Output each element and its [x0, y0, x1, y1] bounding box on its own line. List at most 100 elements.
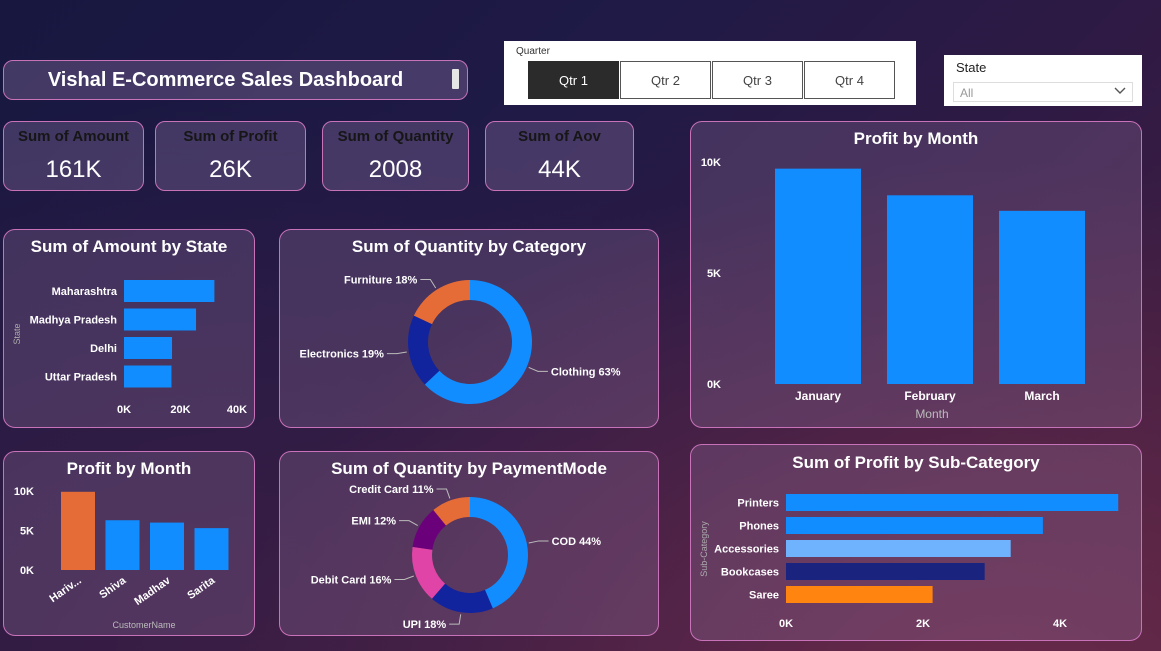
leader-line	[449, 614, 462, 625]
chevron-down-icon	[1114, 86, 1126, 98]
quantity-by-category-plot: Clothing 63% Electronics 19% Furniture 18%	[300, 275, 621, 404]
slice-label: Credit Card 11%	[349, 484, 434, 496]
state-dropdown[interactable]: All	[953, 82, 1133, 102]
kpi-value: 44K	[538, 156, 581, 183]
kpi-label: Sum of Quantity	[337, 128, 454, 145]
kpi-value: 26K	[209, 156, 252, 183]
leader-line	[420, 279, 437, 289]
chart-amount-by-state: Sum of Amount by State Maharashtra Madhya…	[3, 229, 255, 428]
category-label: Saree	[749, 590, 779, 602]
bar	[887, 195, 973, 384]
category-label: Bookcases	[721, 567, 779, 579]
kpi-card-amount: Sum of Amount 161K	[3, 121, 144, 191]
category-label: Delhi	[90, 343, 117, 355]
category-label: Phones	[739, 521, 779, 533]
x-tick-label: 20K	[170, 404, 190, 416]
dashboard-title-card: Vishal E-Commerce Sales Dashboard	[3, 60, 468, 100]
kpi-value: 2008	[368, 156, 423, 183]
category-label: Uttar Pradesh	[45, 372, 117, 384]
quarter-button-3[interactable]: Qtr 3	[712, 61, 803, 99]
category-label: February	[904, 389, 956, 403]
category-label: Madhav	[132, 574, 173, 608]
quantity-by-paymentmode-plot: COD 44% UPI 18% Debit Card 16% EMI 12% Credi…	[311, 484, 602, 631]
kpi-card-aov: Sum of Aov 44K	[485, 121, 634, 191]
category-label: January	[795, 389, 841, 403]
kpi-label: Sum of Amount	[17, 128, 130, 145]
profit-by-month-plot: January February March 0K 5K 10K Month	[701, 157, 1085, 421]
profit-by-customer-plot: Hariv... Shiva Madhav Sarita 0K 5K 10K Customer…	[14, 486, 229, 630]
leader-line	[528, 366, 548, 372]
bar	[124, 337, 173, 359]
category-label: Printers	[737, 498, 779, 510]
y-tick-label: 10K	[701, 157, 721, 169]
slice-label: COD 44%	[552, 536, 602, 548]
state-slicer-label: State	[956, 60, 987, 75]
y-axis-label: State	[12, 323, 22, 344]
state-dropdown-value: All	[960, 86, 974, 100]
chart-profit-by-month: Profit by Month January February March 0K 5K…	[690, 121, 1142, 428]
bar	[124, 365, 172, 388]
leader-line	[436, 488, 451, 499]
profit-by-subcategory-plot: Printers Phones Accessories Bookcases Saree 0…	[699, 494, 1119, 630]
kpi-label: Sum of Profit	[183, 128, 278, 145]
category-label: Madhya Pradesh	[30, 315, 118, 327]
leader-line	[394, 575, 414, 581]
donut-slice	[470, 497, 529, 609]
bar	[775, 168, 861, 384]
leader-line	[399, 520, 418, 526]
dashboard-title: Vishal E-Commerce Sales Dashboard	[47, 68, 404, 91]
leader-line	[528, 540, 549, 544]
bar	[194, 528, 229, 570]
y-tick-label: 10K	[14, 486, 34, 498]
kpi-card-profit: Sum of Profit 26K	[155, 121, 306, 191]
bar	[999, 210, 1085, 384]
quarter-slicer: Quarter Qtr 1 Qtr 2 Qtr 3 Qtr 4	[504, 41, 916, 105]
bar	[786, 563, 985, 580]
slice-label: Debit Card 16%	[311, 575, 392, 587]
amount-by-state-plot: Maharashtra Madhya Pradesh Delhi Uttar Prad…	[12, 280, 247, 416]
category-label: Shiva	[97, 574, 129, 601]
x-axis-label: Month	[915, 407, 948, 421]
quarter-slicer-label: Quarter	[516, 46, 550, 57]
bar	[150, 522, 184, 570]
bar	[786, 586, 933, 603]
x-tick-label: 40K	[227, 404, 247, 416]
quarter-button-1[interactable]: Qtr 1	[528, 61, 619, 99]
quarter-button-2[interactable]: Qtr 2	[620, 61, 711, 99]
y-tick-label: 5K	[707, 268, 721, 280]
category-label: Maharashtra	[52, 286, 118, 298]
y-tick-label: 5K	[20, 526, 34, 538]
quarter-button-4[interactable]: Qtr 4	[804, 61, 895, 99]
category-label: March	[1024, 389, 1059, 403]
leader-line	[386, 351, 407, 355]
bar	[124, 308, 197, 331]
slice-label: Clothing 63%	[551, 366, 621, 378]
bar	[105, 520, 140, 570]
state-slicer: State All	[944, 55, 1142, 106]
slice-label: Furniture 18%	[344, 275, 418, 287]
x-tick-label: 2K	[916, 618, 930, 630]
donut-slice	[408, 315, 440, 385]
category-label: Sarita	[185, 574, 218, 602]
y-tick-label: 0K	[20, 565, 34, 577]
bar	[786, 494, 1119, 511]
kpi-label: Sum of Aov	[518, 128, 601, 145]
slice-label: Electronics 19%	[300, 349, 385, 361]
title-scrollbar[interactable]	[452, 69, 459, 89]
x-axis-label: CustomerName	[112, 620, 175, 630]
x-tick-label: 4K	[1053, 618, 1067, 630]
chart-profit-by-subcategory: Sum of Profit by Sub-Category Printers Ph…	[690, 444, 1142, 641]
bar	[61, 491, 95, 570]
y-tick-label: 0K	[707, 379, 721, 391]
bar	[124, 280, 215, 302]
x-tick-label: 0K	[117, 404, 131, 416]
chart-quantity-by-paymentmode: Sum of Quantity by PaymentMode COD 44% UP…	[279, 451, 659, 636]
kpi-card-quantity: Sum of Quantity 2008	[322, 121, 469, 191]
slice-label: EMI 12%	[351, 516, 396, 528]
category-label: Hariv...	[47, 575, 83, 605]
bar	[786, 540, 1011, 557]
x-tick-label: 0K	[779, 618, 793, 630]
y-axis-label: Sub-Category	[699, 521, 709, 577]
kpi-value: 161K	[45, 156, 102, 183]
chart-profit-by-customer: Profit by Month Hariv... Shiva Madhav Sarit…	[3, 451, 255, 636]
